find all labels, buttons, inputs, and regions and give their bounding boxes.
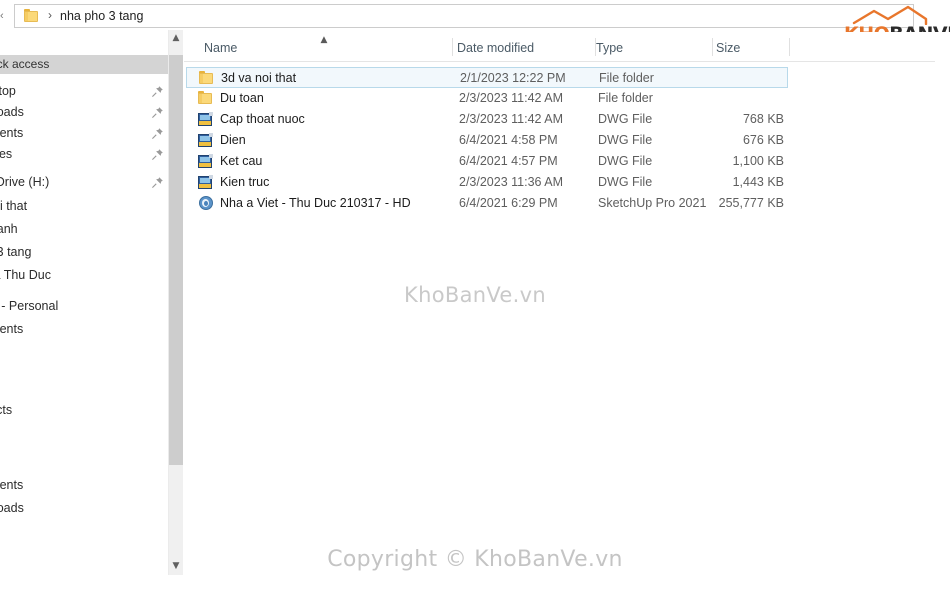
table-row[interactable]: Cap thoat nuoc 2/3/2023 11:42 AM DWG File 7…	[186, 109, 788, 130]
column-resize-handle[interactable]	[712, 38, 713, 56]
size-cell: 768 KB	[742, 112, 784, 126]
nav-item-label: Nha a Viet nha Thu Duc	[0, 268, 51, 282]
dwg-file-icon	[198, 112, 213, 127]
nav-item[interactable]: nha pho 3 tang	[0, 242, 168, 263]
file-name-cell: Dien	[220, 133, 246, 147]
row-icon	[199, 71, 215, 86]
file-pane-scrollbar[interactable]	[935, 33, 950, 591]
column-header-row[interactable]: ▲ Name Date modified Type Size	[184, 33, 950, 62]
nav-section-quick-access[interactable]: Quick access	[0, 55, 168, 74]
nav-item[interactable]: Pictures	[0, 144, 168, 165]
dwg-file-icon	[198, 133, 213, 148]
navigation-pane[interactable]: Quick access Desktop Downloads Documents Pi…	[0, 55, 168, 575]
row-icon	[198, 196, 214, 211]
pin-icon[interactable]	[151, 106, 164, 119]
column-resize-handle[interactable]	[452, 38, 453, 56]
date-modified-cell: 6/4/2021 6:29 PM	[459, 196, 558, 210]
nav-item[interactable]: Downloads	[0, 498, 168, 519]
folder-icon	[24, 9, 38, 22]
breadcrumb-path[interactable]: nha pho 3 tang	[60, 7, 143, 25]
nav-item-label: Documents	[0, 478, 24, 492]
sketchup-file-icon	[198, 196, 214, 211]
date-modified-cell: 6/4/2021 4:58 PM	[459, 133, 558, 147]
size-cell: 676 KB	[742, 133, 784, 147]
nav-item-label: Phoi canh	[0, 222, 18, 236]
size-cell: 1,443 KB	[732, 175, 784, 189]
table-row[interactable]: Dien 6/4/2021 4:58 PM DWG File 676 KB	[186, 130, 788, 151]
size-cell: 1,100 KB	[732, 154, 784, 168]
nav-item-label: Downloads	[0, 105, 24, 119]
column-header[interactable]: Date modified	[457, 40, 534, 57]
nav-item[interactable]: Projects	[0, 400, 168, 421]
nav-item[interactable]: Documents	[0, 123, 168, 144]
column-header[interactable]: Size	[716, 40, 740, 57]
chevron-left-icon[interactable]: ‹	[0, 10, 10, 22]
dwg-file-icon	[198, 175, 213, 190]
folder-icon	[199, 71, 215, 85]
nav-item[interactable]: 3d va noi that	[0, 196, 168, 217]
row-icon	[198, 91, 214, 106]
nav-item-label: Downloads	[0, 501, 24, 515]
file-name-cell: 3d va noi that	[221, 71, 297, 85]
watermark-center: KhoBanVe.vn	[404, 283, 546, 307]
nav-item-label: Pictures	[0, 147, 13, 161]
watermark-copyright: Copyright © KhoBanVe.vn	[327, 547, 623, 572]
file-name-cell: Du toan	[220, 91, 264, 105]
pin-icon[interactable]	[151, 176, 164, 189]
file-name-cell: Kien truc	[220, 175, 270, 189]
file-name-cell: Nha a Viet - Thu Duc 210317 - HD	[220, 196, 411, 210]
breadcrumb-separator-icon[interactable]: ›	[44, 8, 56, 23]
dwg-file-icon	[198, 154, 213, 169]
sort-ascending-caret-icon: ▲	[320, 35, 328, 45]
nav-item-label: Documents	[0, 126, 24, 140]
column-header[interactable]: Type	[596, 40, 623, 57]
row-icon	[198, 133, 214, 148]
column-resize-handle[interactable]	[789, 38, 790, 56]
file-list-pane[interactable]: ▲ Name Date modified Type Size 3d va noi th…	[184, 33, 950, 591]
address-input[interactable]	[14, 4, 914, 28]
chevron-up-icon: ▲	[172, 33, 180, 43]
nav-item-label: Google Drive (H:)	[0, 175, 50, 189]
nav-item[interactable]: Desktop	[0, 81, 168, 102]
roof-line-icon	[852, 5, 928, 25]
scroll-up-button[interactable]: ▲	[169, 30, 183, 47]
table-row[interactable]: 3d va noi that 2/1/2023 12:22 PM File fold…	[186, 67, 788, 88]
size-cell	[635, 70, 785, 87]
table-row[interactable]: Nha a Viet - Thu Duc 210317 - HD 6/4/2021…	[186, 193, 788, 214]
row-icon	[198, 175, 214, 190]
nav-item-label: 3d va noi that	[0, 199, 28, 213]
file-name-cell: Ket cau	[220, 154, 263, 168]
row-icon	[198, 154, 214, 169]
row-icon	[198, 112, 214, 127]
size-cell: 255,777 KB	[718, 196, 784, 210]
date-modified-cell: 2/1/2023 12:22 PM	[460, 71, 566, 85]
pin-icon[interactable]	[151, 85, 164, 98]
table-row[interactable]: Du toan 2/3/2023 11:42 AM File folder	[186, 88, 788, 109]
scrollbar-thumb[interactable]	[169, 55, 183, 465]
column-header[interactable]: Name	[204, 40, 237, 57]
nav-item-label: Desktop	[0, 84, 16, 98]
address-bar: ‹ › nha pho 3 tang	[0, 0, 950, 32]
nav-item-label: nha pho 3 tang	[0, 245, 32, 259]
date-modified-cell: 2/3/2023 11:42 AM	[459, 112, 564, 126]
folder-icon	[198, 91, 214, 105]
nav-item-label: Projects	[0, 403, 13, 417]
nav-section-label: Quick access	[0, 57, 50, 71]
nav-item[interactable]: Documents	[0, 319, 168, 340]
size-cell	[634, 90, 784, 107]
date-modified-cell: 6/4/2021 4:57 PM	[459, 154, 558, 168]
table-row[interactable]: Kien truc 2/3/2023 11:36 AM DWG File 1,443 …	[186, 172, 788, 193]
date-modified-cell: 2/3/2023 11:36 AM	[459, 175, 564, 189]
nav-item[interactable]: Downloads	[0, 102, 168, 123]
nav-item-label: Documents	[0, 322, 24, 336]
pin-icon[interactable]	[151, 127, 164, 140]
nav-item[interactable]: Google Drive (H:)	[0, 172, 168, 193]
nav-item[interactable]: Documents	[0, 475, 168, 496]
date-modified-cell: 2/3/2023 11:42 AM	[459, 91, 564, 105]
table-row[interactable]: Ket cau 6/4/2021 4:57 PM DWG File 1,100 KB	[186, 151, 788, 172]
file-name-cell: Cap thoat nuoc	[220, 112, 305, 126]
nav-item[interactable]: Phoi canh	[0, 219, 168, 240]
pin-icon[interactable]	[151, 148, 164, 161]
